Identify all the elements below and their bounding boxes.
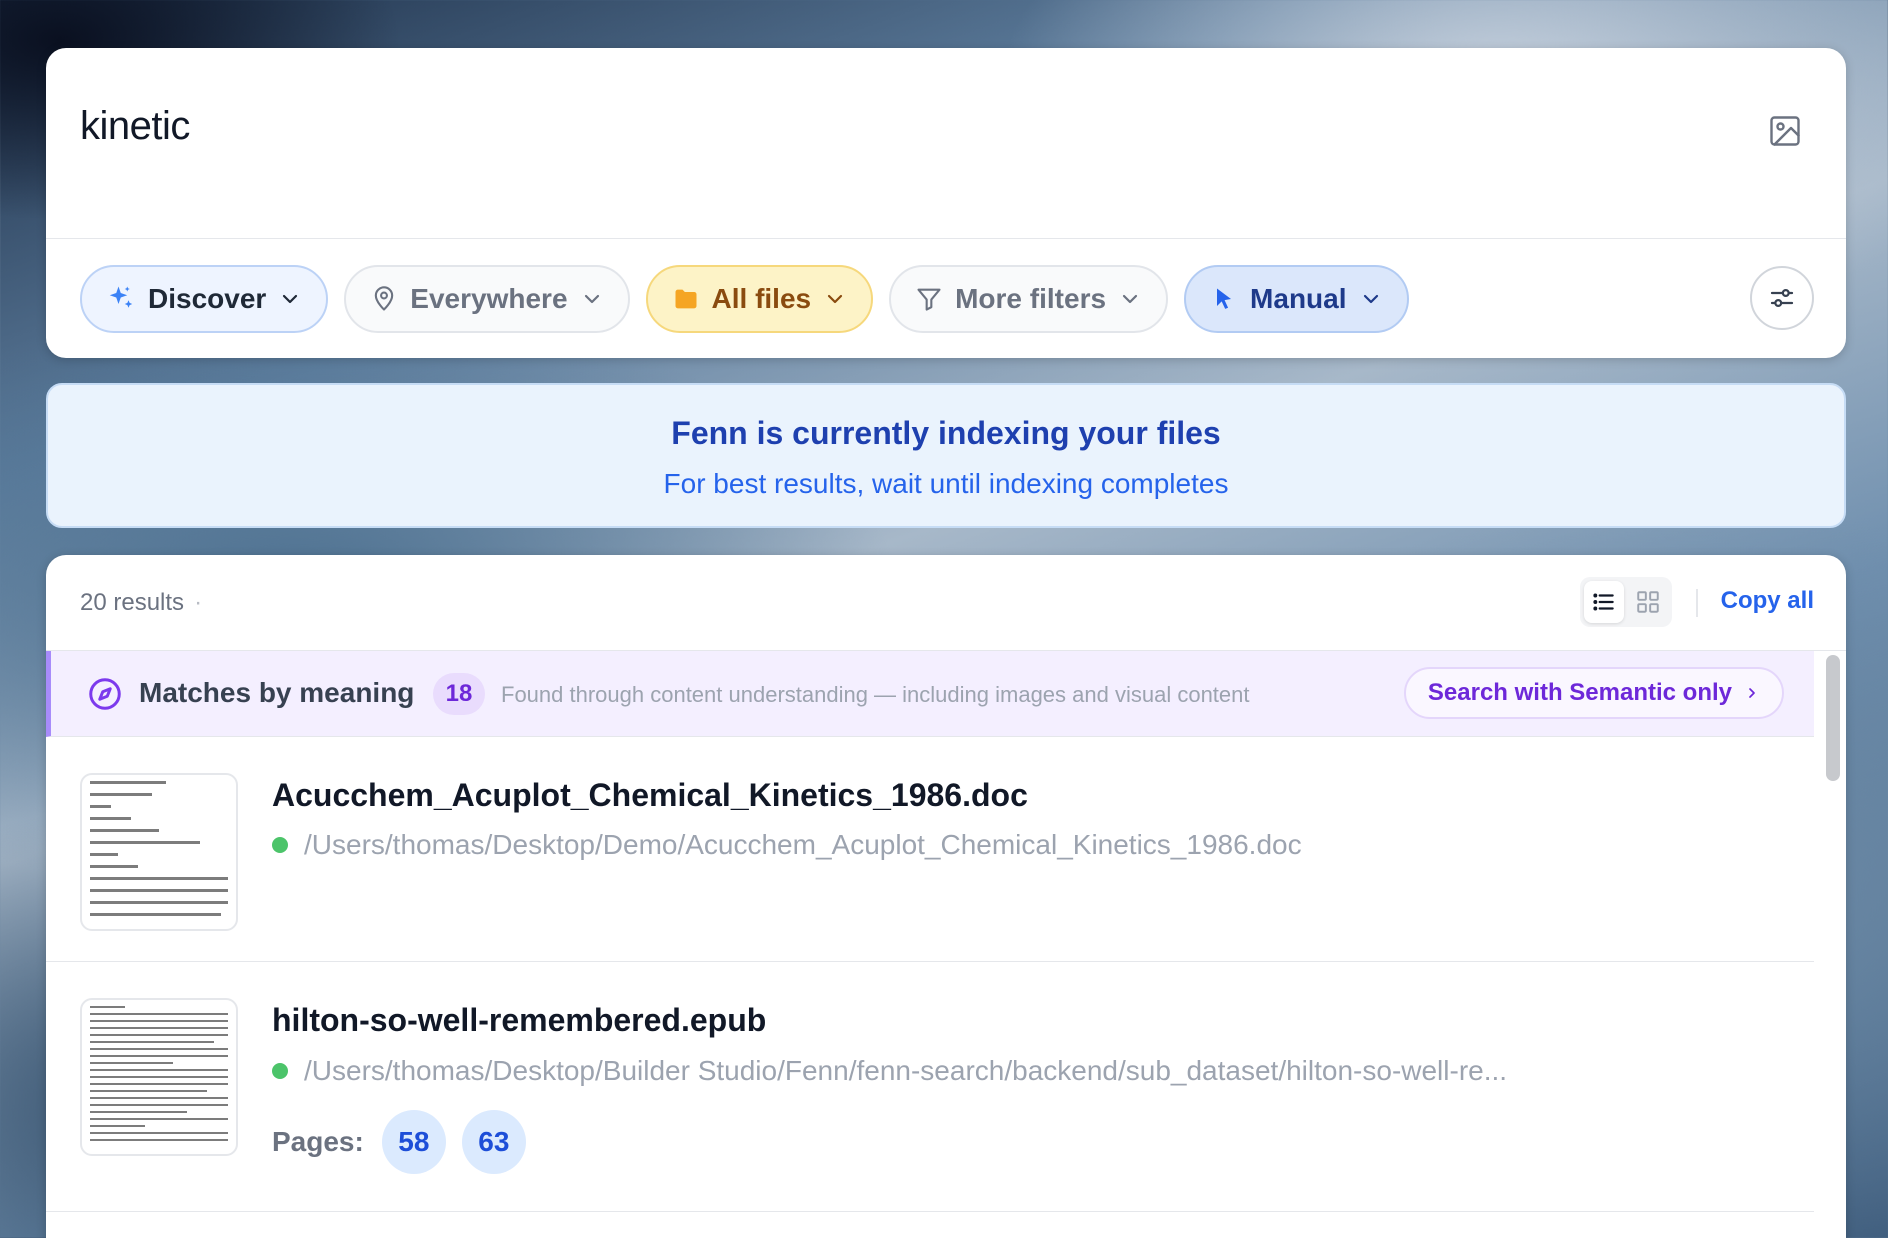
result-path-text: /Users/thomas/Desktop/Builder Studio/Fen… (304, 1055, 1508, 1086)
chevron-down-icon (283, 294, 298, 303)
location-label: Everywhere (410, 282, 568, 314)
chevron-down-icon (1122, 294, 1138, 303)
indexed-status-dot (272, 837, 288, 853)
result-path: /Users/thomas/Desktop/Builder Studio/Fen… (272, 1055, 1507, 1087)
pages-label: Pages: (272, 1126, 364, 1157)
page-pill[interactable]: 63 (461, 1110, 526, 1174)
search-panel: kinetic Discover Everywhere All files Mo… (46, 48, 1846, 358)
indexed-status-dot (272, 1063, 288, 1079)
image-search-button[interactable] (1764, 110, 1806, 152)
settings-button[interactable] (1750, 266, 1814, 330)
search-bar[interactable]: kinetic (46, 48, 1846, 239)
compass-icon (89, 678, 121, 710)
banner-title: Fenn is currently indexing your files (671, 415, 1221, 451)
search-semantic-only-button[interactable]: Search with Semantic only (1403, 667, 1784, 719)
indexing-banner: Fenn is currently indexing your files Fo… (46, 383, 1846, 528)
file-thumbnail (80, 773, 238, 931)
matches-by-meaning-header: Matches by meaning 18 Found through cont… (46, 651, 1814, 737)
map-pin-icon (375, 285, 394, 311)
result-title[interactable]: Acucchem_Acuplot_Chemical_Kinetics_1986.… (272, 777, 1028, 814)
result-item[interactable]: Acucchem_Acuplot_Chemical_Kinetics_1986.… (46, 737, 1814, 962)
cursor-icon (1217, 288, 1232, 309)
header-divider (1696, 589, 1698, 617)
discover-label: Discover (148, 282, 267, 314)
file-type-label: All files (711, 282, 812, 314)
more-filters-button[interactable]: More filters (889, 264, 1169, 333)
results-panel: 20 results · Copy all Matches by meaning… (46, 555, 1846, 1238)
results-count: 20 results · (80, 589, 202, 617)
folder-icon (675, 289, 697, 308)
more-filters-label: More filters (955, 282, 1107, 314)
grid-view-button[interactable] (1628, 581, 1668, 623)
mode-label: Manual (1250, 282, 1347, 314)
result-title[interactable]: hilton-so-well-remembered.epub (272, 1002, 766, 1039)
page-pill[interactable]: 58 (381, 1110, 446, 1174)
mode-dropdown[interactable]: Manual (1184, 264, 1409, 333)
sliders-icon (1770, 288, 1794, 307)
results-count-label: 20 results (80, 589, 185, 616)
filter-icon (917, 288, 941, 311)
list-view-button[interactable] (1584, 581, 1624, 623)
result-path: /Users/thomas/Desktop/Demo/Acucchem_Acup… (272, 829, 1302, 861)
result-path-text: /Users/thomas/Desktop/Demo/Acucchem_Acup… (304, 829, 1302, 860)
chevron-down-icon (584, 294, 599, 303)
results-header: 20 results · Copy all (46, 555, 1846, 651)
chevron-down-icon (1363, 294, 1378, 303)
result-item[interactable]: hilton-so-well-remembered.epub /Users/th… (46, 962, 1814, 1212)
file-thumbnail (80, 998, 238, 1156)
image-icon (1770, 116, 1800, 146)
file-type-filter[interactable]: All files (645, 264, 874, 333)
chevron-right-icon (1749, 688, 1755, 698)
matches-by-meaning-title: Matches by meaning (139, 677, 415, 708)
matches-count-badge: 18 (433, 673, 485, 715)
grid-icon (1637, 591, 1659, 613)
matches-description: Found through content understanding — in… (501, 682, 1250, 707)
location-filter[interactable]: Everywhere (344, 264, 630, 333)
chevron-down-icon (828, 294, 843, 303)
search-input[interactable]: kinetic (80, 104, 190, 149)
copy-all-button[interactable]: Copy all (1721, 587, 1814, 615)
sparkles-icon (109, 286, 133, 308)
pages-row: Pages: 58 63 (272, 1110, 526, 1174)
discover-filter[interactable]: Discover (80, 264, 329, 333)
view-toggle (1580, 577, 1672, 627)
filter-bar: Discover Everywhere All files More filte… (46, 239, 1846, 358)
scrollbar[interactable] (1826, 655, 1840, 781)
list-icon (1593, 593, 1614, 611)
banner-subtitle: For best results, wait until indexing co… (663, 468, 1229, 499)
results-separator: · (194, 589, 203, 616)
search-semantic-only-label: Search with Semantic only (1427, 679, 1732, 706)
